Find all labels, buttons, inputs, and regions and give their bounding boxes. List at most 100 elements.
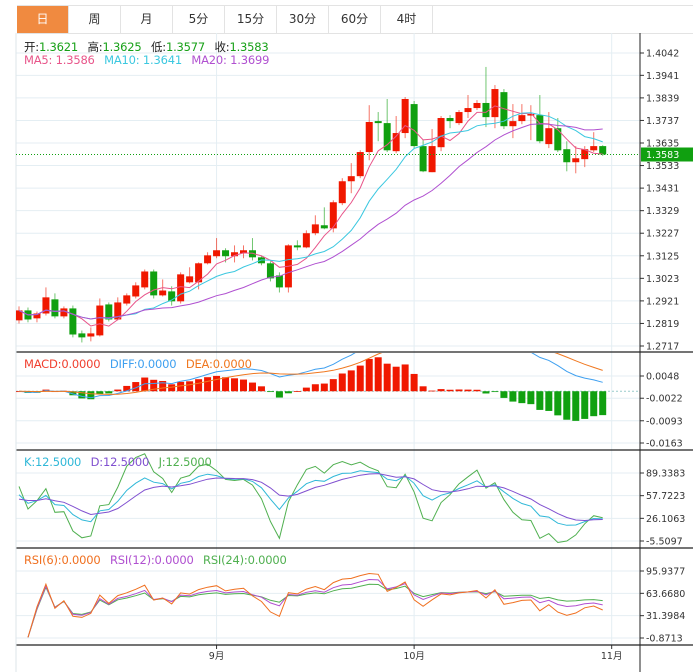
candle-body (186, 276, 194, 283)
macd-bar (401, 364, 409, 392)
candle-body (177, 274, 185, 302)
ma10-line (18, 112, 603, 320)
open-value: 1.3621 (38, 40, 79, 54)
macd-bar (213, 375, 221, 392)
macd-legend-value: MACD:0.0000 (24, 357, 101, 371)
macd-bar (248, 382, 256, 392)
price-axis-tick-label: 1.3941 (646, 71, 679, 82)
macd-bar (572, 391, 580, 421)
k-line (18, 470, 603, 526)
macd-bar (365, 358, 373, 392)
macd-bar (473, 389, 481, 392)
macd-legend: MACD:0.0000 DIFF:0.0000 DEA:0.0000 (24, 357, 258, 371)
macd-bar (518, 391, 526, 404)
kdj-axis-tick-label: 89.3383 (646, 469, 685, 480)
macd-bar (545, 391, 553, 411)
macd-bar (464, 389, 472, 392)
price-axis-tick-label: 1.3227 (646, 229, 679, 240)
macd-bar (482, 391, 490, 394)
candle-body (222, 250, 230, 257)
x-axis-label: 10月 (403, 651, 425, 662)
macd-bar (509, 391, 517, 402)
ma10-legend: MA10: 1.3641 (104, 53, 182, 67)
macd-bar (500, 391, 508, 398)
kdj-axis-tick-label: 57.7223 (646, 491, 685, 502)
price-axis-tick-label: 1.3431 (646, 184, 679, 195)
macd-bar (338, 373, 346, 392)
candle-body (428, 146, 436, 173)
close-key: 收: (214, 40, 230, 54)
rsi-axis-tick-label: 31.3984 (646, 611, 685, 622)
close-value: 1.3583 (229, 40, 269, 54)
candle-body (536, 115, 544, 142)
candle-body (509, 121, 517, 127)
candle-body (204, 255, 212, 264)
kdj-axis-tick-label: 26.1063 (646, 514, 685, 525)
candle-body (446, 118, 454, 122)
candle-body (293, 245, 301, 248)
candle-body (356, 152, 364, 177)
macd-bar (446, 389, 454, 392)
macd-bar (383, 363, 391, 392)
macd-bar (105, 391, 113, 394)
candle-body (347, 176, 355, 182)
low-value: 1.3577 (165, 40, 206, 54)
macd-bar (347, 370, 355, 392)
candle-body (275, 275, 283, 288)
candle-body (545, 128, 553, 145)
macd-bar (599, 391, 607, 416)
candle-body (320, 225, 328, 229)
k-legend-value: K:12.5000 (24, 455, 82, 469)
macd-bar (428, 390, 436, 392)
candle-body (599, 146, 607, 155)
macd-axis-tick-label: -0.0093 (646, 416, 683, 427)
ma20-legend: MA20: 1.3699 (191, 53, 270, 67)
ma20-line (18, 123, 603, 320)
candle-body (464, 108, 472, 113)
candle-body (329, 202, 337, 229)
candle-body (96, 305, 104, 336)
candle-body (87, 333, 95, 337)
ma-legend: MA5: 1.3586 MA10: 1.3641 MA20: 1.3699 (24, 53, 275, 67)
macd-bar (536, 391, 544, 410)
candle-body (437, 118, 445, 148)
x-axis-label: 9月 (209, 651, 225, 662)
candle-body (266, 263, 274, 279)
rsi-axis-tick-label: -0.8713 (646, 634, 683, 645)
candle-body (554, 128, 562, 151)
macd-bar (554, 391, 562, 416)
macd-bar (410, 373, 418, 392)
candle-body (419, 146, 427, 172)
candle-body (123, 295, 131, 304)
macd-bar (266, 391, 274, 393)
ma5-legend: MA5: 1.3586 (24, 53, 95, 67)
kline-chart[interactable]: 9月 10月 11月1.40421.39411.38391.37371.36351.… (0, 0, 693, 672)
d-legend-value: D:12.5000 (90, 455, 150, 469)
macd-bar (581, 391, 589, 419)
macd-bar (284, 391, 292, 394)
rsi-axis-tick-label: 63.6680 (646, 589, 685, 600)
macd-bar (275, 391, 283, 398)
macd-bar (257, 386, 265, 392)
macd-bar (419, 386, 427, 392)
kdj-legend: K:12.5000 D:12.5000 J:12.5000 (24, 455, 218, 469)
rsi6-line (27, 572, 603, 638)
price-axis-tick-label: 1.3533 (646, 161, 679, 172)
macd-axis-tick-label: 0.0048 (646, 372, 679, 383)
macd-bar (356, 365, 364, 392)
high-value: 1.3625 (102, 40, 142, 54)
macd-bar (302, 387, 310, 392)
macd-bar (320, 383, 328, 392)
rsi12-legend-value: RSI(12):0.0000 (109, 553, 194, 567)
candle-body (338, 181, 346, 204)
j-legend-value: J:12.5000 (158, 455, 212, 469)
macd-bar (231, 378, 239, 392)
rsi24-line (27, 583, 603, 638)
macd-bar (392, 366, 400, 392)
candle-body (51, 299, 59, 317)
macd-bar (222, 377, 230, 392)
macd-bar (293, 391, 301, 392)
macd-bar (374, 357, 382, 392)
macd-bar (195, 379, 203, 392)
rsi24-legend-value: RSI(24):0.0000 (203, 553, 287, 567)
